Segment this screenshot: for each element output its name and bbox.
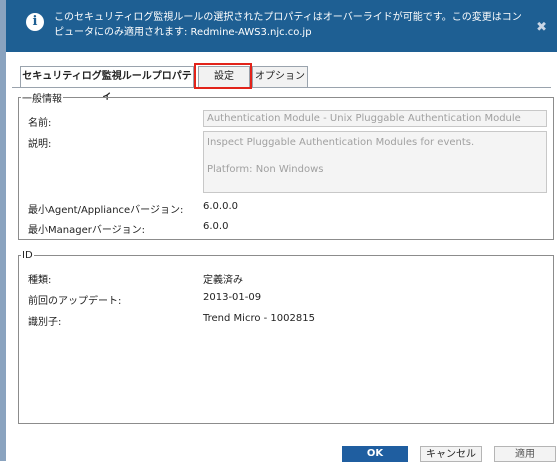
identifier-value: Trend Micro - 1002815 [203,313,315,324]
type-value: 定義済み [203,275,243,286]
description-label: 説明: [28,139,52,150]
cancel-button[interactable]: キャンセル [420,446,482,462]
tab-rule-properties[interactable]: セキュリティログ監視ルールプロパティ [20,66,194,102]
min-agent-value: 6.0.0.0 [203,201,238,212]
min-manager-label: 最小Managerバージョン: [28,225,146,236]
last-updated-value: 2013-01-09 [203,292,262,303]
name-field[interactable]: Authentication Module - Unix Pluggable A… [203,110,547,127]
tab-divider [12,87,551,88]
ok-button[interactable]: OK [342,446,408,462]
id-group: ID [18,250,554,424]
description-field[interactable]: Inspect Pluggable Authentication Modules… [203,131,547,193]
description-line-1: Inspect Pluggable Authentication Modules… [207,137,475,148]
close-icon[interactable]: ✖ [536,20,547,35]
tab-settings[interactable]: 設定 [198,66,250,87]
name-label: 名前: [28,118,52,129]
rule-properties-dialog: i このセキュリティログ監視ルールの選択されたプロパティはオーバーライドが可能で… [6,0,557,462]
min-agent-label: 最小Agent/Applianceバージョン: [28,205,184,216]
last-updated-label: 前回のアップデート: [28,296,122,307]
tab-options[interactable]: オプション [252,66,308,87]
info-icon: i [26,13,44,31]
min-manager-value: 6.0.0 [203,221,229,232]
id-legend: ID [22,250,33,261]
identifier-label: 識別子: [28,317,62,328]
override-info-banner: i このセキュリティログ監視ルールの選択されたプロパティはオーバーライドが可能で… [6,0,557,52]
type-label: 種類: [28,275,52,286]
general-info-legend: 一般情報 [22,94,62,105]
banner-text: このセキュリティログ監視ルールの選択されたプロパティはオーバーライドが可能です。… [54,12,522,38]
apply-button[interactable]: 適用 [494,446,556,462]
description-line-2: Platform: Non Windows [207,164,324,175]
